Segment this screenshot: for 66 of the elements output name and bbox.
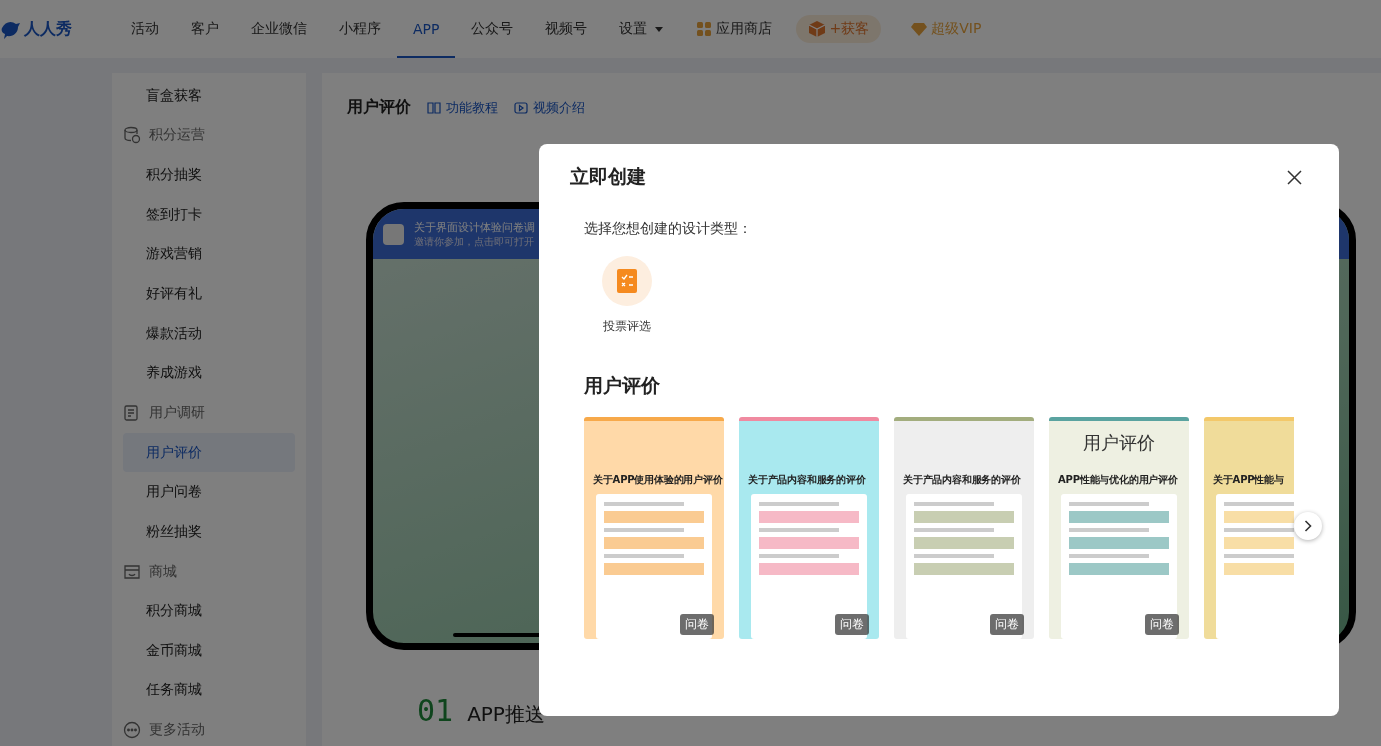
template-badge: 问卷: [835, 614, 869, 635]
play-icon: [514, 101, 528, 114]
nav-tab[interactable]: 公众号: [455, 0, 530, 58]
template-title: APP性能与优化的用户评价: [1058, 473, 1178, 487]
diamond-icon: [911, 22, 928, 36]
template-card[interactable]: 关于APP使用体验的用户评价 问卷: [584, 417, 724, 639]
template-title: 关于APP性能与: [1213, 473, 1284, 487]
sidebar-item[interactable]: 游戏营销: [123, 234, 295, 275]
box-icon: [808, 20, 827, 38]
sidebar-item[interactable]: 用户评价: [123, 432, 295, 473]
page-title: 用户评价: [347, 97, 411, 118]
template-title: 关于APP使用体验的用户评价: [593, 473, 723, 487]
sidebar-item[interactable]: 积分商城: [123, 591, 295, 631]
group-icon: [123, 721, 141, 740]
group-icon: [123, 126, 141, 145]
group-icon: [123, 562, 141, 581]
template-badge: 问卷: [1145, 614, 1179, 635]
dialog-title: 立即创建: [570, 164, 646, 189]
sidebar-group-label: 商城: [149, 562, 177, 581]
app-icon: [383, 223, 404, 245]
template-card[interactable]: 关于APP性能与: [1204, 417, 1294, 639]
close-icon: [1287, 169, 1302, 185]
logo-text: 人人秀: [24, 18, 72, 40]
close-button[interactable]: [1285, 167, 1304, 187]
prompt-text: 选择您想创建的设计类型：: [584, 220, 753, 238]
template-title: 关于产品内容和服务的评价: [903, 473, 1021, 487]
next-button[interactable]: [1294, 512, 1322, 540]
nav-tab[interactable]: 活动: [115, 0, 175, 58]
nav-tab[interactable]: 企业微信: [235, 0, 323, 58]
sidebar-group-label: 积分运营: [149, 126, 205, 145]
design-type-option[interactable]: 投票评选: [584, 256, 652, 335]
group-icon: [123, 403, 141, 422]
template-title: 关于产品内容和服务的评价: [748, 473, 866, 487]
sidebar-item[interactable]: 用户问卷: [123, 472, 295, 513]
grid-icon: [697, 22, 712, 36]
sidebar-group-label: 用户调研: [149, 403, 205, 422]
nav-tab[interactable]: 客户: [175, 0, 235, 58]
template-heading: 用户评价: [1083, 431, 1155, 455]
sidebar-item[interactable]: 养成游戏: [123, 353, 295, 394]
sidebar-group-label: 更多活动: [149, 721, 205, 740]
sidebar-item[interactable]: 粉丝抽奖: [123, 512, 295, 552]
sidebar-item[interactable]: 爆款活动: [123, 313, 295, 354]
template-badge: 问卷: [680, 614, 714, 635]
app-store-link[interactable]: 应用商店: [697, 20, 773, 38]
section-title: 用户评价: [584, 373, 661, 398]
sidebar-item[interactable]: 积分抽奖: [123, 155, 295, 195]
nav-tab[interactable]: 设置: [603, 0, 680, 58]
template-card[interactable]: 关于产品内容和服务的评价 问卷: [739, 417, 879, 639]
notification-title: 关于界面设计体验问卷调: [414, 219, 535, 235]
template-badge: 问卷: [990, 614, 1024, 635]
nav-tab[interactable]: 小程序: [323, 0, 397, 58]
chevron-right-icon: [1304, 520, 1312, 532]
help-link[interactable]: 功能教程: [427, 98, 498, 117]
nav-tab[interactable]: 视频号: [529, 0, 604, 58]
help-link[interactable]: 视频介绍: [514, 98, 585, 117]
template-card[interactable]: 用户评价 APP性能与优化的用户评价 问卷: [1049, 417, 1189, 639]
checklist-icon: [617, 269, 637, 293]
nav-tab[interactable]: APP: [397, 0, 456, 58]
sidebar-item[interactable]: 好评有礼: [123, 274, 295, 314]
step-number: 01: [417, 696, 454, 726]
sidebar-item[interactable]: 任务商城: [123, 670, 295, 711]
book-icon: [427, 101, 441, 114]
sidebar-item[interactable]: 金币商城: [123, 630, 295, 671]
sidebar-item[interactable]: 盲盒获客: [123, 76, 295, 116]
sidebar-item[interactable]: 签到打卡: [123, 194, 295, 235]
template-card[interactable]: 关于产品内容和服务的评价 问卷: [894, 417, 1034, 639]
